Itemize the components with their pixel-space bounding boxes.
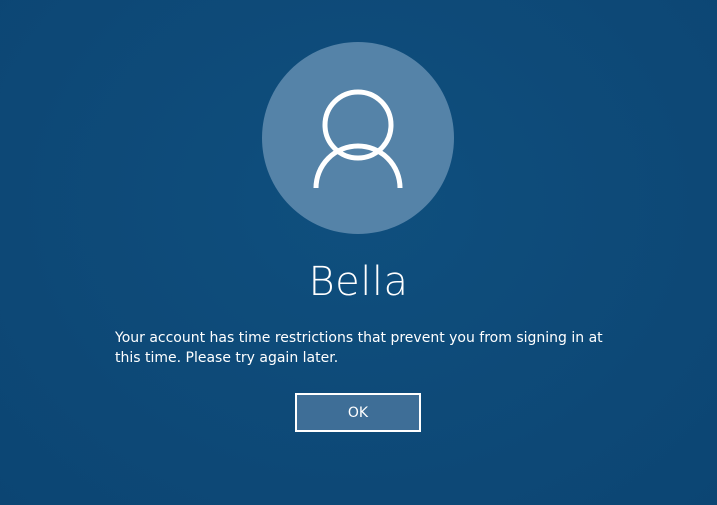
person-icon [313,89,403,189]
ok-button-label: OK [347,404,369,421]
lock-screen-background: Bella Your account has time restrictions… [0,0,717,505]
error-message: Your account has time restrictions that … [115,330,603,366]
user-avatar [262,42,454,234]
ok-button[interactable]: OK [295,393,421,432]
user-name: Bella [308,259,409,305]
